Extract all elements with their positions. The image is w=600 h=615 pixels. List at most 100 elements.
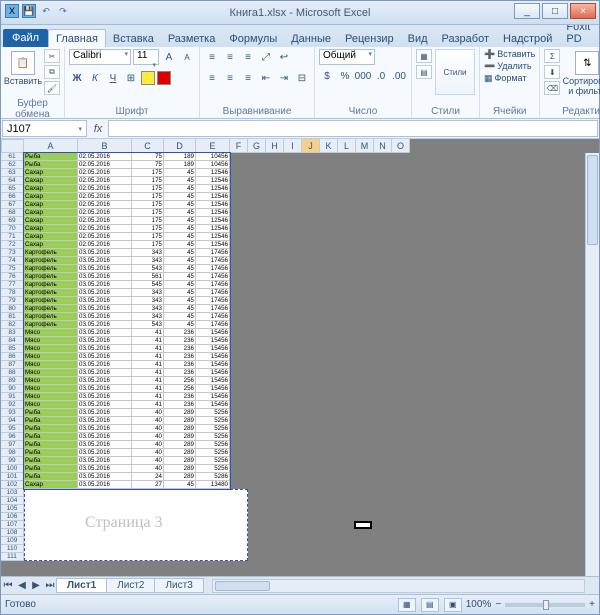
cell[interactable]: Рыба (24, 153, 78, 161)
cell[interactable]: 45 (164, 257, 196, 265)
cell[interactable]: 45 (164, 217, 196, 225)
worksheet-area[interactable]: ABCDEFGHIJKLMNO 616263646566676869707172… (1, 139, 599, 576)
cell[interactable]: 02.05.2016 (78, 153, 132, 161)
cell[interactable]: Мясо (24, 393, 78, 401)
cell[interactable]: 5256 (196, 465, 230, 473)
cell[interactable]: 02.05.2016 (78, 209, 132, 217)
cell[interactable]: 175 (132, 193, 164, 201)
minimize-button[interactable]: _ (514, 3, 540, 19)
font-size-combo[interactable]: 11 (133, 49, 159, 65)
cell[interactable]: 02.05.2016 (78, 201, 132, 209)
cell[interactable]: 03.05.2016 (78, 441, 132, 449)
cell[interactable]: 40 (132, 409, 164, 417)
row-header[interactable]: 96 (1, 433, 24, 441)
cell[interactable]: 343 (132, 289, 164, 297)
cell[interactable]: 45 (164, 313, 196, 321)
cells-delete-label[interactable]: Удалить (497, 61, 531, 72)
cell[interactable]: 03.05.2016 (78, 305, 132, 313)
cell[interactable]: 236 (164, 329, 196, 337)
col-header-O[interactable]: O (392, 139, 410, 153)
row-header[interactable]: 84 (1, 337, 24, 345)
row-header[interactable]: 104 (1, 497, 24, 505)
cell[interactable]: 12546 (196, 193, 230, 201)
cell[interactable]: 343 (132, 249, 164, 257)
cell[interactable]: 289 (164, 409, 196, 417)
cell[interactable]: 45 (164, 289, 196, 297)
cell[interactable]: 236 (164, 345, 196, 353)
cell[interactable]: Сахар (24, 209, 78, 217)
cell[interactable]: Мясо (24, 345, 78, 353)
cell[interactable]: 561 (132, 273, 164, 281)
name-box[interactable]: J107 (2, 120, 87, 137)
cell[interactable]: 45 (164, 321, 196, 329)
cell[interactable]: 343 (132, 313, 164, 321)
cells-format-icon[interactable]: ▦ (484, 73, 493, 84)
clear-icon[interactable]: ⌫ (544, 81, 560, 95)
cell[interactable]: 45 (164, 233, 196, 241)
col-header-F[interactable]: F (230, 139, 248, 153)
cell[interactable]: 41 (132, 337, 164, 345)
decrease-decimal-icon[interactable]: .00 (391, 68, 407, 84)
row-header[interactable]: 88 (1, 369, 24, 377)
row-header[interactable]: 97 (1, 441, 24, 449)
number-format-combo[interactable]: Общий (319, 49, 375, 65)
cell[interactable]: 41 (132, 393, 164, 401)
view-pagebreak-icon[interactable]: ▣ (444, 598, 462, 612)
cell[interactable]: 256 (164, 385, 196, 393)
cell[interactable]: 45 (164, 249, 196, 257)
conditional-format-icon[interactable]: ▦ (416, 49, 432, 63)
cell[interactable]: Мясо (24, 385, 78, 393)
tab-формулы[interactable]: Формулы (222, 30, 284, 47)
tab-nav-first[interactable]: ⏮ (1, 579, 15, 593)
align-right-icon[interactable]: ≡ (240, 70, 256, 86)
decrease-indent-icon[interactable]: ⇤ (258, 70, 274, 86)
cell[interactable]: 03.05.2016 (78, 369, 132, 377)
cell[interactable]: 03.05.2016 (78, 313, 132, 321)
cell[interactable]: 12546 (196, 185, 230, 193)
row-header[interactable]: 85 (1, 345, 24, 353)
row-header[interactable]: 67 (1, 201, 24, 209)
sheet-tab-3[interactable]: Лист3 (154, 578, 203, 593)
cells-insert-icon[interactable]: ➕ (484, 49, 495, 60)
cell[interactable]: Рыба (24, 441, 78, 449)
horizontal-scrollbar[interactable] (212, 579, 585, 593)
cell[interactable]: 236 (164, 337, 196, 345)
cell[interactable]: 02.05.2016 (78, 177, 132, 185)
col-header-N[interactable]: N (374, 139, 392, 153)
cell[interactable]: 24 (132, 473, 164, 481)
cell[interactable]: 543 (132, 265, 164, 273)
row-header[interactable]: 95 (1, 425, 24, 433)
cell[interactable]: 175 (132, 185, 164, 193)
cell[interactable]: 15456 (196, 337, 230, 345)
cell[interactable]: 175 (132, 241, 164, 249)
cell[interactable]: 256 (164, 377, 196, 385)
cell[interactable]: 45 (164, 481, 196, 489)
row-header[interactable]: 70 (1, 225, 24, 233)
cell[interactable]: Рыба (24, 161, 78, 169)
cell[interactable]: 03.05.2016 (78, 361, 132, 369)
cell[interactable]: 40 (132, 417, 164, 425)
cell[interactable]: 175 (132, 233, 164, 241)
undo-icon[interactable]: ↶ (39, 4, 53, 18)
cell[interactable]: 17456 (196, 297, 230, 305)
cell[interactable]: 03.05.2016 (78, 473, 132, 481)
cell[interactable]: 17456 (196, 289, 230, 297)
cell[interactable]: 45 (164, 265, 196, 273)
col-header-M[interactable]: M (356, 139, 374, 153)
cell[interactable]: 02.05.2016 (78, 193, 132, 201)
cell[interactable]: Мясо (24, 401, 78, 409)
cell[interactable]: 03.05.2016 (78, 393, 132, 401)
cell[interactable]: 343 (132, 305, 164, 313)
cell[interactable]: 45 (164, 297, 196, 305)
cell[interactable]: 13480 (196, 481, 230, 489)
cell[interactable]: Рыба (24, 409, 78, 417)
font-name-combo[interactable]: Calibri (69, 49, 131, 65)
tab-nav-next[interactable]: ▶ (29, 579, 43, 593)
cell[interactable]: 03.05.2016 (78, 385, 132, 393)
cell[interactable]: Картофель (24, 257, 78, 265)
cell[interactable]: 27 (132, 481, 164, 489)
align-middle-icon[interactable]: ≡ (222, 49, 238, 65)
cell[interactable]: 45 (164, 169, 196, 177)
italic-button[interactable]: К (87, 70, 103, 86)
cell[interactable]: Мясо (24, 353, 78, 361)
